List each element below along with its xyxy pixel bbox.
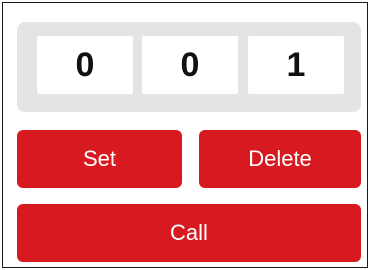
digit-display-panel: 0 0 1 [17,22,361,112]
dialer-widget: 0 0 1 Set Delete Call [2,2,368,268]
digit-box-3: 1 [248,36,344,94]
digit-box-1: 0 [37,36,133,94]
delete-button[interactable]: Delete [199,130,361,188]
call-button[interactable]: Call [17,204,361,262]
set-button[interactable]: Set [17,130,182,188]
digit-box-2: 0 [142,36,238,94]
